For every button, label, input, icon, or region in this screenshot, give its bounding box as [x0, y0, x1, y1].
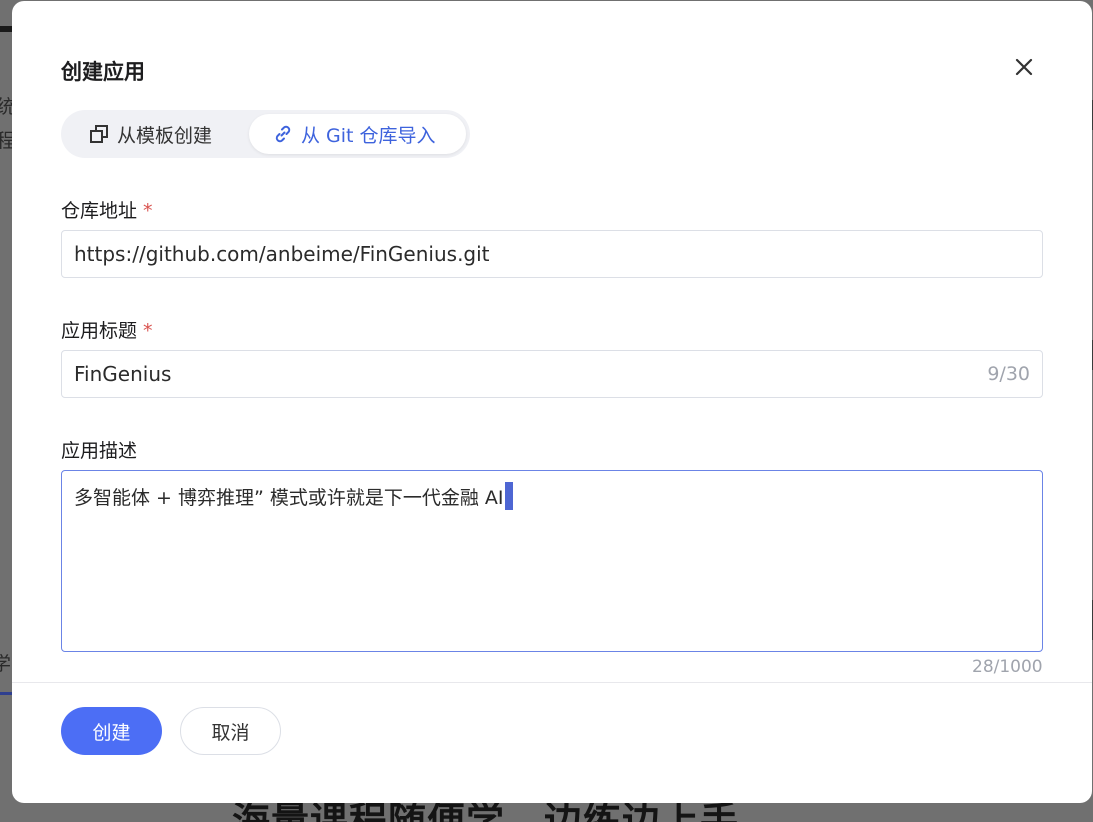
label-text: 仓库地址 — [61, 200, 138, 222]
cancel-button[interactable]: 取消 — [180, 707, 281, 755]
tab-import-from-git[interactable]: 从 Git 仓库导入 — [249, 114, 466, 154]
create-mode-tabs: 从模板创建 从 Git 仓库导入 — [61, 110, 470, 158]
required-mark: * — [143, 200, 153, 222]
app-title-input[interactable]: FinGenius 9/30 — [61, 350, 1043, 398]
required-mark: * — [143, 320, 153, 342]
copy-icon — [90, 125, 108, 143]
close-button[interactable] — [1010, 53, 1038, 81]
link-icon — [275, 125, 291, 143]
text-caret — [504, 482, 513, 510]
label-text: 应用标题 — [61, 320, 138, 342]
app-description-label: 应用描述 — [61, 436, 137, 463]
tab-label: 从模板创建 — [117, 124, 213, 147]
tab-label: 从 Git 仓库导入 — [301, 124, 436, 147]
app-title-label: 应用标题 * — [61, 316, 153, 343]
textarea-value: 多智能体 + 博弈推理” 模式或许就是下一代金融 AI — [74, 487, 504, 509]
app-description-textarea[interactable]: 多智能体 + 博弈推理” 模式或许就是下一代金融 AI — [61, 470, 1043, 652]
repo-url-input[interactable]: https://github.com/anbeime/FinGenius.git — [61, 230, 1043, 278]
create-button[interactable]: 创建 — [61, 707, 162, 755]
description-char-counter: 28/1000 — [972, 657, 1043, 677]
input-value: https://github.com/anbeime/FinGenius.git — [74, 242, 490, 266]
tab-from-template[interactable]: 从模板创建 — [65, 114, 249, 154]
dialog-title: 创建应用 — [61, 60, 145, 84]
close-icon — [1015, 58, 1033, 76]
char-counter: 9/30 — [987, 363, 1030, 385]
footer-divider — [12, 682, 1092, 683]
label-text: 应用描述 — [61, 440, 138, 462]
background-tab-underline — [0, 692, 12, 695]
background-text-fragment: 学 — [0, 653, 12, 675]
repo-url-label: 仓库地址 * — [61, 196, 153, 223]
input-value: FinGenius — [74, 362, 172, 386]
create-app-dialog: 创建应用 从模板创建 从 Git 仓库导入 仓库地址 * https://gith — [12, 1, 1092, 803]
